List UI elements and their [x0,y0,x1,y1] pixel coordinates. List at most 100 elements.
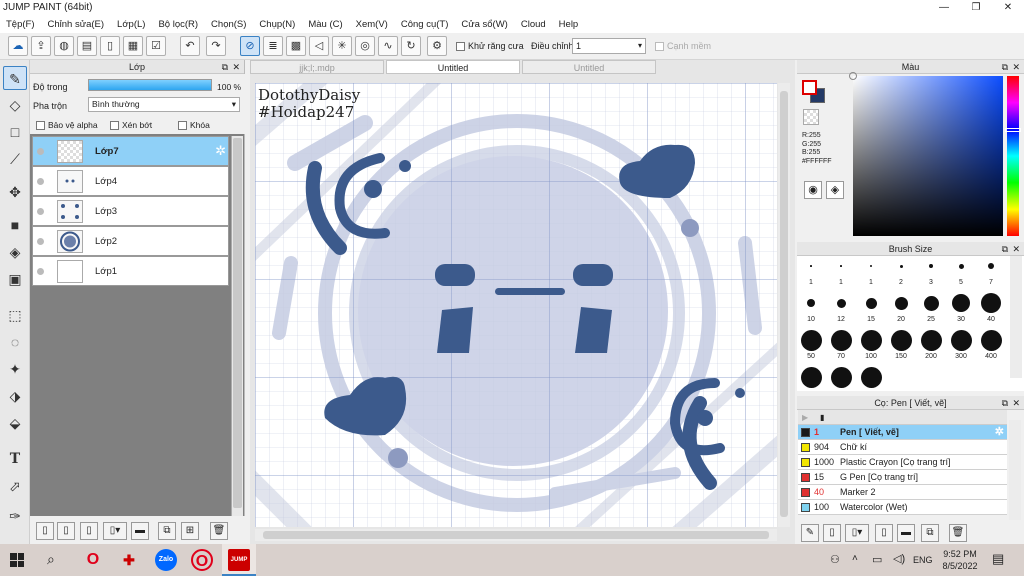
duplicate-layer-icon[interactable]: ⧉ [158,522,176,540]
brush-size-dot[interactable] [899,264,903,268]
fill-rect-tool-icon[interactable]: ■ [3,213,27,237]
brush-size-dot[interactable] [988,263,994,269]
menu-file[interactable]: Tệp(F) [6,19,35,30]
notification-icon[interactable]: ▤ [992,551,1004,567]
brush-size-dot[interactable] [860,329,882,351]
visibility-icon[interactable] [37,238,44,245]
minimize-button[interactable]: — [928,0,960,16]
folder-icon[interactable]: ▬ [897,524,915,542]
clock[interactable]: 9:52 PM 8/5/2022 [940,548,980,572]
select-eraser-tool-icon[interactable]: ⬙ [3,411,27,435]
select-rect-tool-icon[interactable]: ⬚ [3,303,27,327]
brush-size-dot[interactable] [860,366,882,388]
canvas-vscroll-thumb[interactable] [780,91,788,517]
checklist-icon[interactable]: ☑ [146,36,166,56]
opera-gx-icon[interactable]: O [191,549,213,571]
jump-paint-taskbar-item[interactable]: JUMP [222,544,256,576]
eraser-tool-icon[interactable]: ◇ [3,93,27,117]
panel-close-icon[interactable]: ✕ [1012,242,1020,256]
pen-copy-icon[interactable]: ▯ [823,524,841,542]
layer-row[interactable]: Lớp1 [32,256,229,286]
tab-document-1[interactable]: jjk;l;.mdp [250,60,384,74]
text-tool-icon[interactable]: T [3,447,27,471]
layer-row[interactable]: Lớp2 [32,226,229,256]
rotate-icon[interactable]: ↻ [401,36,421,56]
adjust-select[interactable]: 1 ▾ [572,38,646,54]
opacity-slider[interactable] [88,79,212,91]
menu-cloud[interactable]: Cloud [521,19,546,30]
brush-size-dot[interactable] [800,366,822,388]
menu-select[interactable]: Chọn(S) [211,19,246,30]
pen-row[interactable]: 904 Chữ kí [798,440,1007,455]
saturation-value-picker[interactable] [849,72,1003,236]
gear-icon[interactable]: ⚙ [427,36,447,56]
brush-size-dot[interactable] [952,294,970,312]
people-icon[interactable]: ⚇ [830,553,840,566]
app-icon[interactable]: ✚ [118,549,140,571]
brush-size-dot[interactable] [950,329,972,351]
network-icon[interactable]: ▭ [872,553,882,566]
menu-capture[interactable]: Chụp(N) [259,19,295,30]
operation-tool-icon[interactable]: ⬀ [3,474,27,498]
zalo-icon[interactable]: Zalo [155,549,177,571]
tab-document-3[interactable]: Untitled [522,60,656,74]
smooth-checkbox[interactable] [655,42,664,52]
layer-row[interactable]: Lớp4 [32,166,229,196]
clip-option[interactable]: Xén bớt [110,120,152,131]
trash-icon[interactable]: 🗑 [210,522,228,540]
canvas-vscroll[interactable] [778,83,790,527]
move-tool-icon[interactable]: ✥ [3,180,27,204]
brush-size-dot[interactable] [807,299,815,307]
no-fill-icon[interactable]: ⊘ [240,36,260,56]
magic-wand-tool-icon[interactable]: ✦ [3,357,27,381]
hue-slider-handle[interactable] [1005,128,1021,132]
drawing-canvas[interactable]: DotothyDaisy #Hoidap247 [255,83,777,527]
brush-size-dot[interactable] [890,329,912,351]
pen-tool-icon[interactable]: ✎ [3,66,27,90]
merge-layer-icon[interactable]: ⊞ [181,522,199,540]
panel-close-icon[interactable]: ✕ [1012,396,1020,410]
maximize-button[interactable]: ❐ [960,0,992,16]
visibility-icon[interactable] [37,148,44,155]
speech-bubble-icon[interactable]: ◍ [54,36,74,56]
panel-float-icon[interactable]: ⧉ [1002,242,1008,256]
panel-float-icon[interactable]: ⧉ [222,60,228,74]
panel-float-icon[interactable]: ⧉ [1002,60,1008,74]
canvas-hscroll[interactable] [255,529,777,541]
layer-scrollbar[interactable] [231,136,243,516]
radial-icon[interactable]: ✳ [332,36,352,56]
grid-icon[interactable]: ▩ [286,36,306,56]
pen-menu-icon[interactable]: ▯▾ [845,524,869,542]
chevron-up-icon[interactable]: ˄ [852,553,858,564]
new-8bit-layer-icon[interactable]: ▯ [57,522,75,540]
panel-close-icon[interactable]: ✕ [232,60,240,74]
export-icon[interactable]: ⇪ [31,36,51,56]
brush-size-dot[interactable] [810,265,812,267]
pen-row[interactable]: 1000 Plastic Crayon [Cọ trang trí] [798,455,1007,470]
menu-layer[interactable]: Lớp(L) [117,19,145,30]
add-layer-menu-icon[interactable]: ▯▾ [103,522,127,540]
gear-icon[interactable]: ✲ [995,425,1004,440]
page-icon[interactable]: ▯ [100,36,120,56]
redo-icon[interactable]: ↷ [206,36,226,56]
menu-edit[interactable]: Chỉnh sửa(E) [48,19,105,30]
pen-row[interactable]: 100 Watercolor (Wet) [798,500,1007,515]
brush-size-dot[interactable] [894,296,908,310]
visibility-icon[interactable] [37,268,44,275]
brush-size-dot[interactable] [920,329,942,351]
tab-document-2[interactable]: Untitled [386,60,520,74]
new-1bit-layer-icon[interactable]: ▯ [80,522,98,540]
clip-checkbox[interactable] [110,121,119,131]
lock-checkbox[interactable] [178,121,187,131]
gradient-tool-icon[interactable]: ▣ [3,267,27,291]
comment-icon[interactable]: ▤ [77,36,97,56]
visibility-icon[interactable] [37,178,44,185]
brush-size-dot[interactable] [830,329,852,351]
smooth-option[interactable]: Cạnh mềm [655,41,711,52]
menu-help[interactable]: Help [559,19,579,30]
trash-icon[interactable]: 🗑 [949,524,967,542]
protect-alpha-option[interactable]: Bảo vệ alpha [36,120,98,131]
blend-select[interactable]: Bình thường ▾ [88,97,240,112]
brush-size-dot[interactable] [923,295,939,311]
brush-size-dot[interactable] [840,265,842,267]
